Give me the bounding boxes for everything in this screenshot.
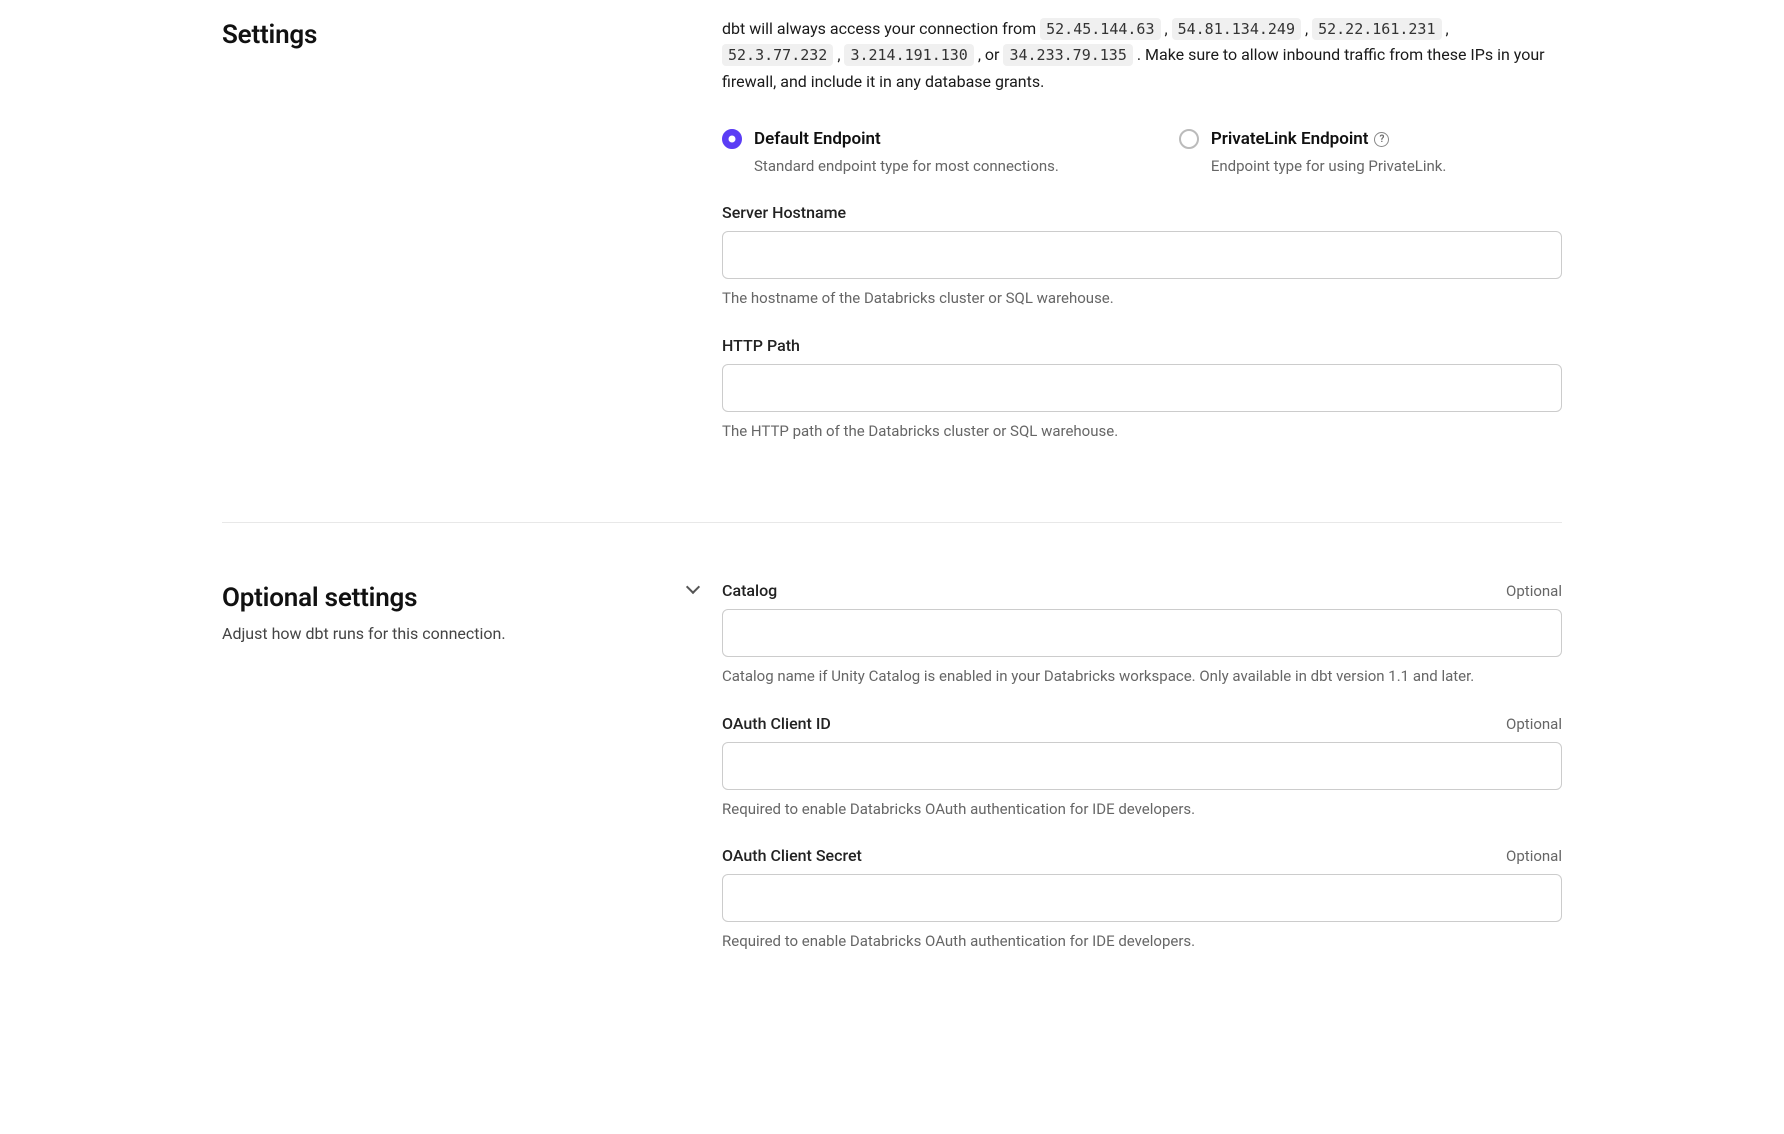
endpoint-privatelink-title: PrivateLink Endpoint [1211, 127, 1369, 153]
ip-badge: 52.45.144.63 [1040, 18, 1160, 40]
optional-badge: Optional [1506, 713, 1562, 736]
ip-badge: 52.3.77.232 [722, 44, 833, 66]
endpoint-default-desc: Standard endpoint type for most connecti… [754, 155, 1059, 178]
http-path-help: The HTTP path of the Databricks cluster … [722, 420, 1562, 443]
server-hostname-label: Server Hostname [722, 201, 846, 225]
oauth-client-secret-label: OAuth Client Secret [722, 844, 862, 868]
ip-badge: 54.81.134.249 [1172, 18, 1301, 40]
chevron-down-icon[interactable] [684, 579, 702, 597]
optional-settings-subtitle: Adjust how dbt runs for this connection. [222, 622, 506, 646]
endpoint-default-option[interactable]: Default Endpoint Standard endpoint type … [722, 127, 1059, 177]
page-title: Settings [222, 16, 702, 55]
endpoint-default-title: Default Endpoint [754, 127, 1059, 153]
optional-settings-title: Optional settings [222, 579, 506, 618]
radio-icon[interactable] [722, 129, 742, 149]
oauth-client-id-help: Required to enable Databricks OAuth auth… [722, 798, 1562, 821]
ip-badge: 52.22.161.231 [1312, 18, 1441, 40]
intro-prefix: dbt will always access your connection f… [722, 19, 1040, 38]
endpoint-privatelink-option[interactable]: PrivateLink Endpoint Endpoint type for u… [1179, 127, 1447, 177]
oauth-client-secret-help: Required to enable Databricks OAuth auth… [722, 930, 1562, 953]
oauth-client-secret-input[interactable] [722, 874, 1562, 922]
endpoint-privatelink-desc: Endpoint type for using PrivateLink. [1211, 155, 1447, 178]
ip-intro-text: dbt will always access your connection f… [722, 16, 1562, 95]
catalog-input[interactable] [722, 609, 1562, 657]
ip-badge: 3.214.191.130 [844, 44, 973, 66]
ip-badge: 34.233.79.135 [1003, 44, 1132, 66]
help-icon[interactable] [1374, 132, 1389, 147]
server-hostname-input[interactable] [722, 231, 1562, 279]
catalog-help: Catalog name if Unity Catalog is enabled… [722, 665, 1562, 688]
oauth-client-id-label: OAuth Client ID [722, 712, 831, 736]
optional-badge: Optional [1506, 845, 1562, 868]
oauth-client-id-input[interactable] [722, 742, 1562, 790]
catalog-label: Catalog [722, 579, 777, 603]
server-hostname-help: The hostname of the Databricks cluster o… [722, 287, 1562, 310]
radio-icon[interactable] [1179, 129, 1199, 149]
section-divider [222, 522, 1562, 523]
http-path-label: HTTP Path [722, 334, 800, 358]
optional-badge: Optional [1506, 580, 1562, 603]
http-path-input[interactable] [722, 364, 1562, 412]
